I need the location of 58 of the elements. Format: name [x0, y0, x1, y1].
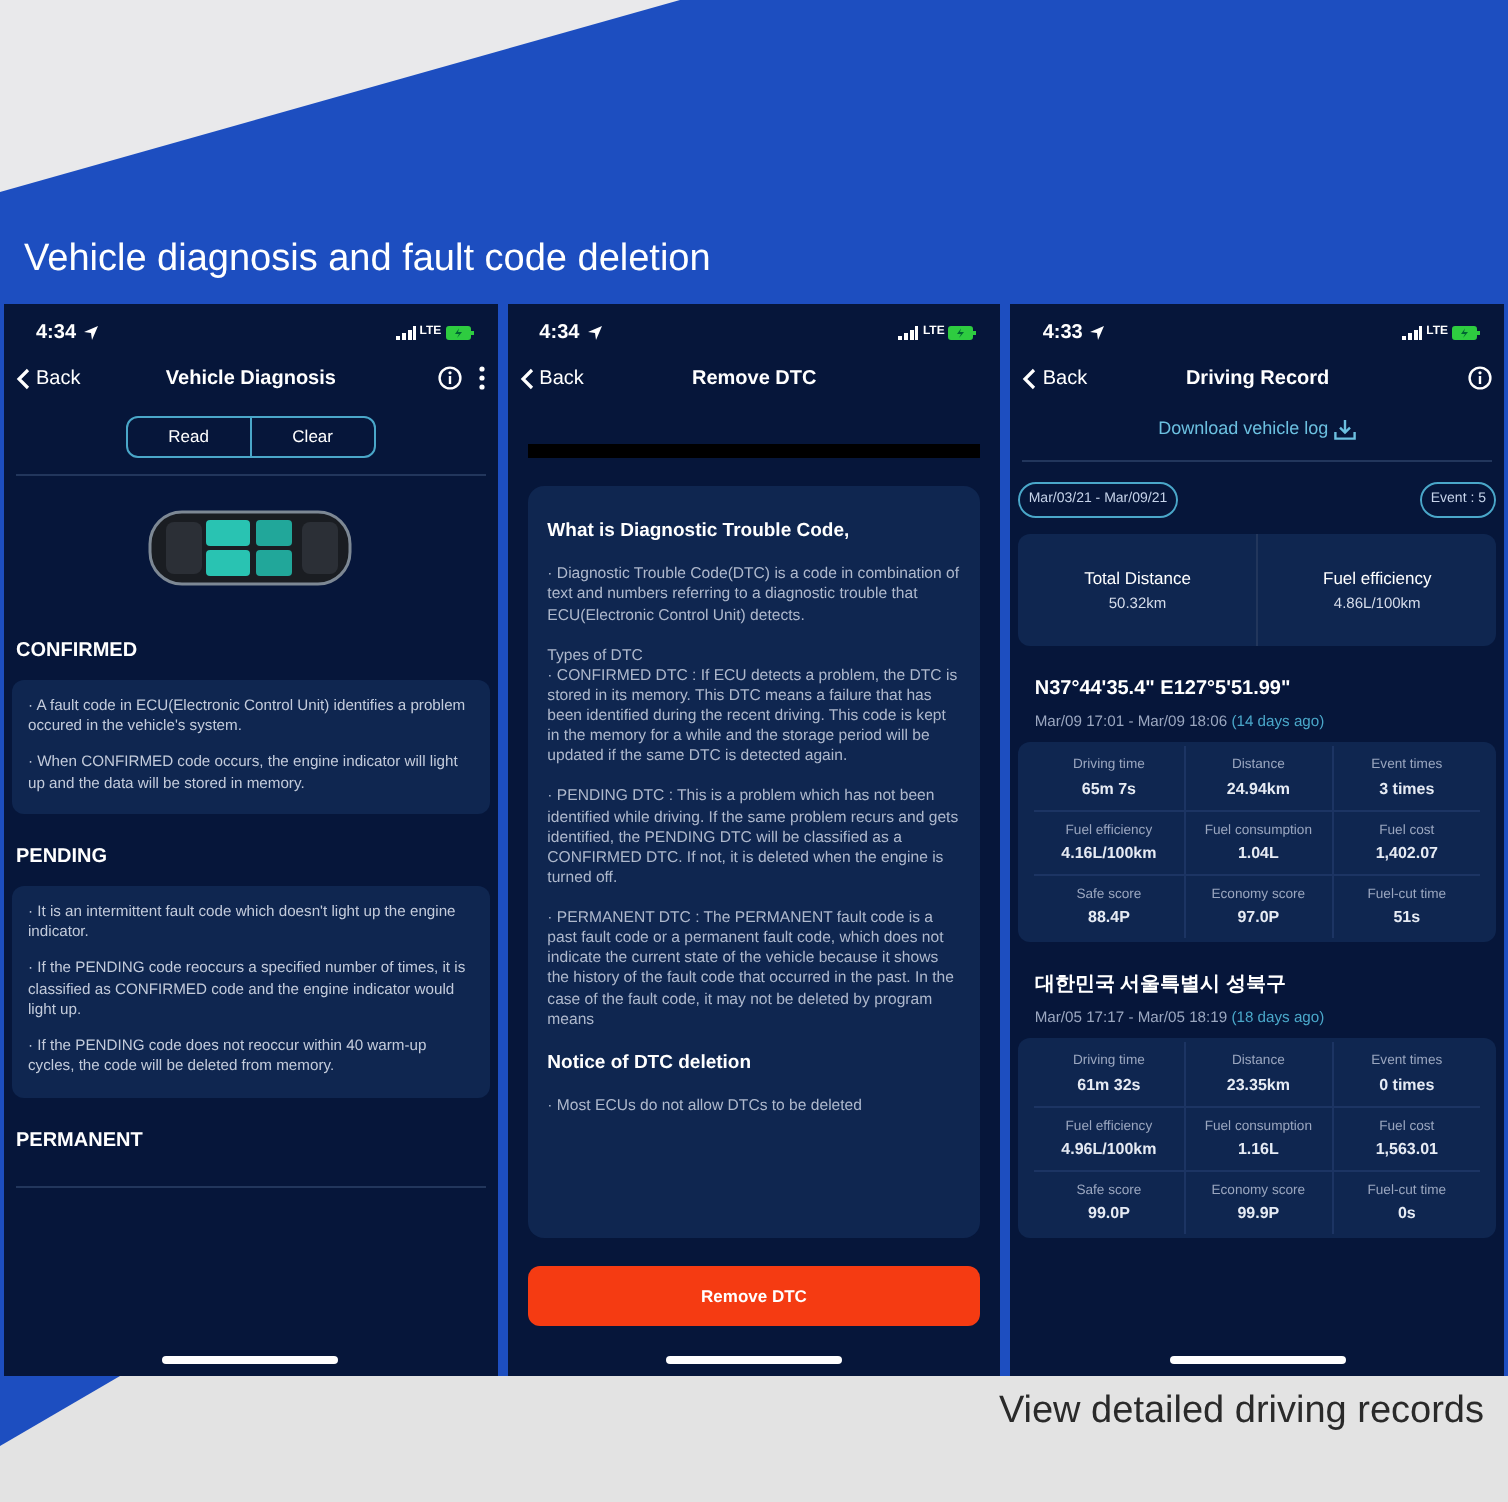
- segment-tab[interactable]: Read: [127, 418, 250, 456]
- stat-value: 1,563.01: [1375, 1137, 1438, 1162]
- stat-label: Fuel efficiency: [1323, 565, 1432, 591]
- download-link[interactable]: Download vehicle log: [1158, 408, 1357, 459]
- stat-value: 97.0P: [1237, 905, 1280, 930]
- stat-value: 0s: [1397, 1201, 1416, 1226]
- chevron-left-icon: [519, 367, 534, 389]
- stat-label: Total Distance: [1084, 565, 1191, 591]
- chevron-left-icon: [1022, 367, 1037, 389]
- chevron-left-icon: [16, 367, 30, 389]
- stat-value: 51s: [1393, 905, 1421, 930]
- footer-caption: View detailed driving records: [998, 1388, 1484, 1436]
- stat-value: 23.35km: [1226, 1073, 1290, 1098]
- back-button[interactable]: Back: [519, 363, 584, 393]
- back-button[interactable]: Back: [1022, 363, 1088, 393]
- banner-title: Vehicle diagnosis and fault code deletion: [24, 238, 711, 284]
- battery-icon: [948, 326, 977, 340]
- status-time: 4:33: [1042, 320, 1083, 348]
- segment-tab[interactable]: Clear: [249, 418, 374, 456]
- section-heading: PENDING: [14, 843, 110, 872]
- record-location: 대한민국 서울특별시 성북구: [1032, 971, 1288, 1000]
- screen-title: Vehicle Diagnosis: [163, 365, 338, 393]
- info-heading: Notice of DTC deletion: [547, 1049, 754, 1078]
- status-time: 4:34: [36, 320, 77, 348]
- stat-value: 3 times: [1379, 777, 1435, 802]
- back-button[interactable]: Back: [16, 363, 81, 393]
- section-heading: CONFIRMED: [14, 637, 140, 666]
- remove-dtc-button[interactable]: Remove DTC: [527, 1266, 981, 1326]
- signal-icon: [1402, 326, 1423, 340]
- screen-title: Remove DTC: [690, 365, 819, 393]
- section-heading: PERMANENT: [14, 1127, 145, 1155]
- stat-value: 1.04L: [1237, 841, 1279, 866]
- stat-value: 1.16L: [1237, 1137, 1279, 1162]
- download-icon: [1334, 419, 1357, 440]
- info-icon[interactable]: [437, 366, 462, 390]
- battery-icon: [445, 326, 474, 340]
- stat-value: 88.4P: [1088, 905, 1130, 930]
- status-time: 4:34: [539, 320, 580, 348]
- stat-value: 99.9P: [1237, 1201, 1280, 1226]
- record-location: N37°44'35.4" E127°5'51.99": [1032, 676, 1293, 704]
- stat-value: 0 times: [1379, 1073, 1435, 1098]
- stat-value: 1,402.07: [1375, 841, 1438, 866]
- location-arrow-icon: [1090, 326, 1105, 340]
- location-arrow-icon: [587, 326, 602, 340]
- info-heading: What is Diagnostic Trouble Code,: [547, 518, 852, 546]
- signal-icon: [395, 326, 416, 340]
- stat-value: 4.16L/100km: [1061, 841, 1157, 866]
- stat-value: 24.94km: [1226, 777, 1290, 802]
- more-icon[interactable]: [477, 366, 486, 390]
- stat-value: 65m 7s: [1081, 777, 1137, 802]
- battery-icon: [1452, 326, 1481, 340]
- stat-value: 4.96L/100km: [1061, 1137, 1157, 1162]
- signal-icon: [898, 326, 919, 340]
- stat-value: 61m 32s: [1077, 1073, 1141, 1098]
- info-icon[interactable]: [1468, 366, 1493, 390]
- screen-title: Driving Record: [1183, 365, 1332, 393]
- stat-value: 99.0P: [1088, 1201, 1130, 1226]
- location-arrow-icon: [84, 326, 99, 340]
